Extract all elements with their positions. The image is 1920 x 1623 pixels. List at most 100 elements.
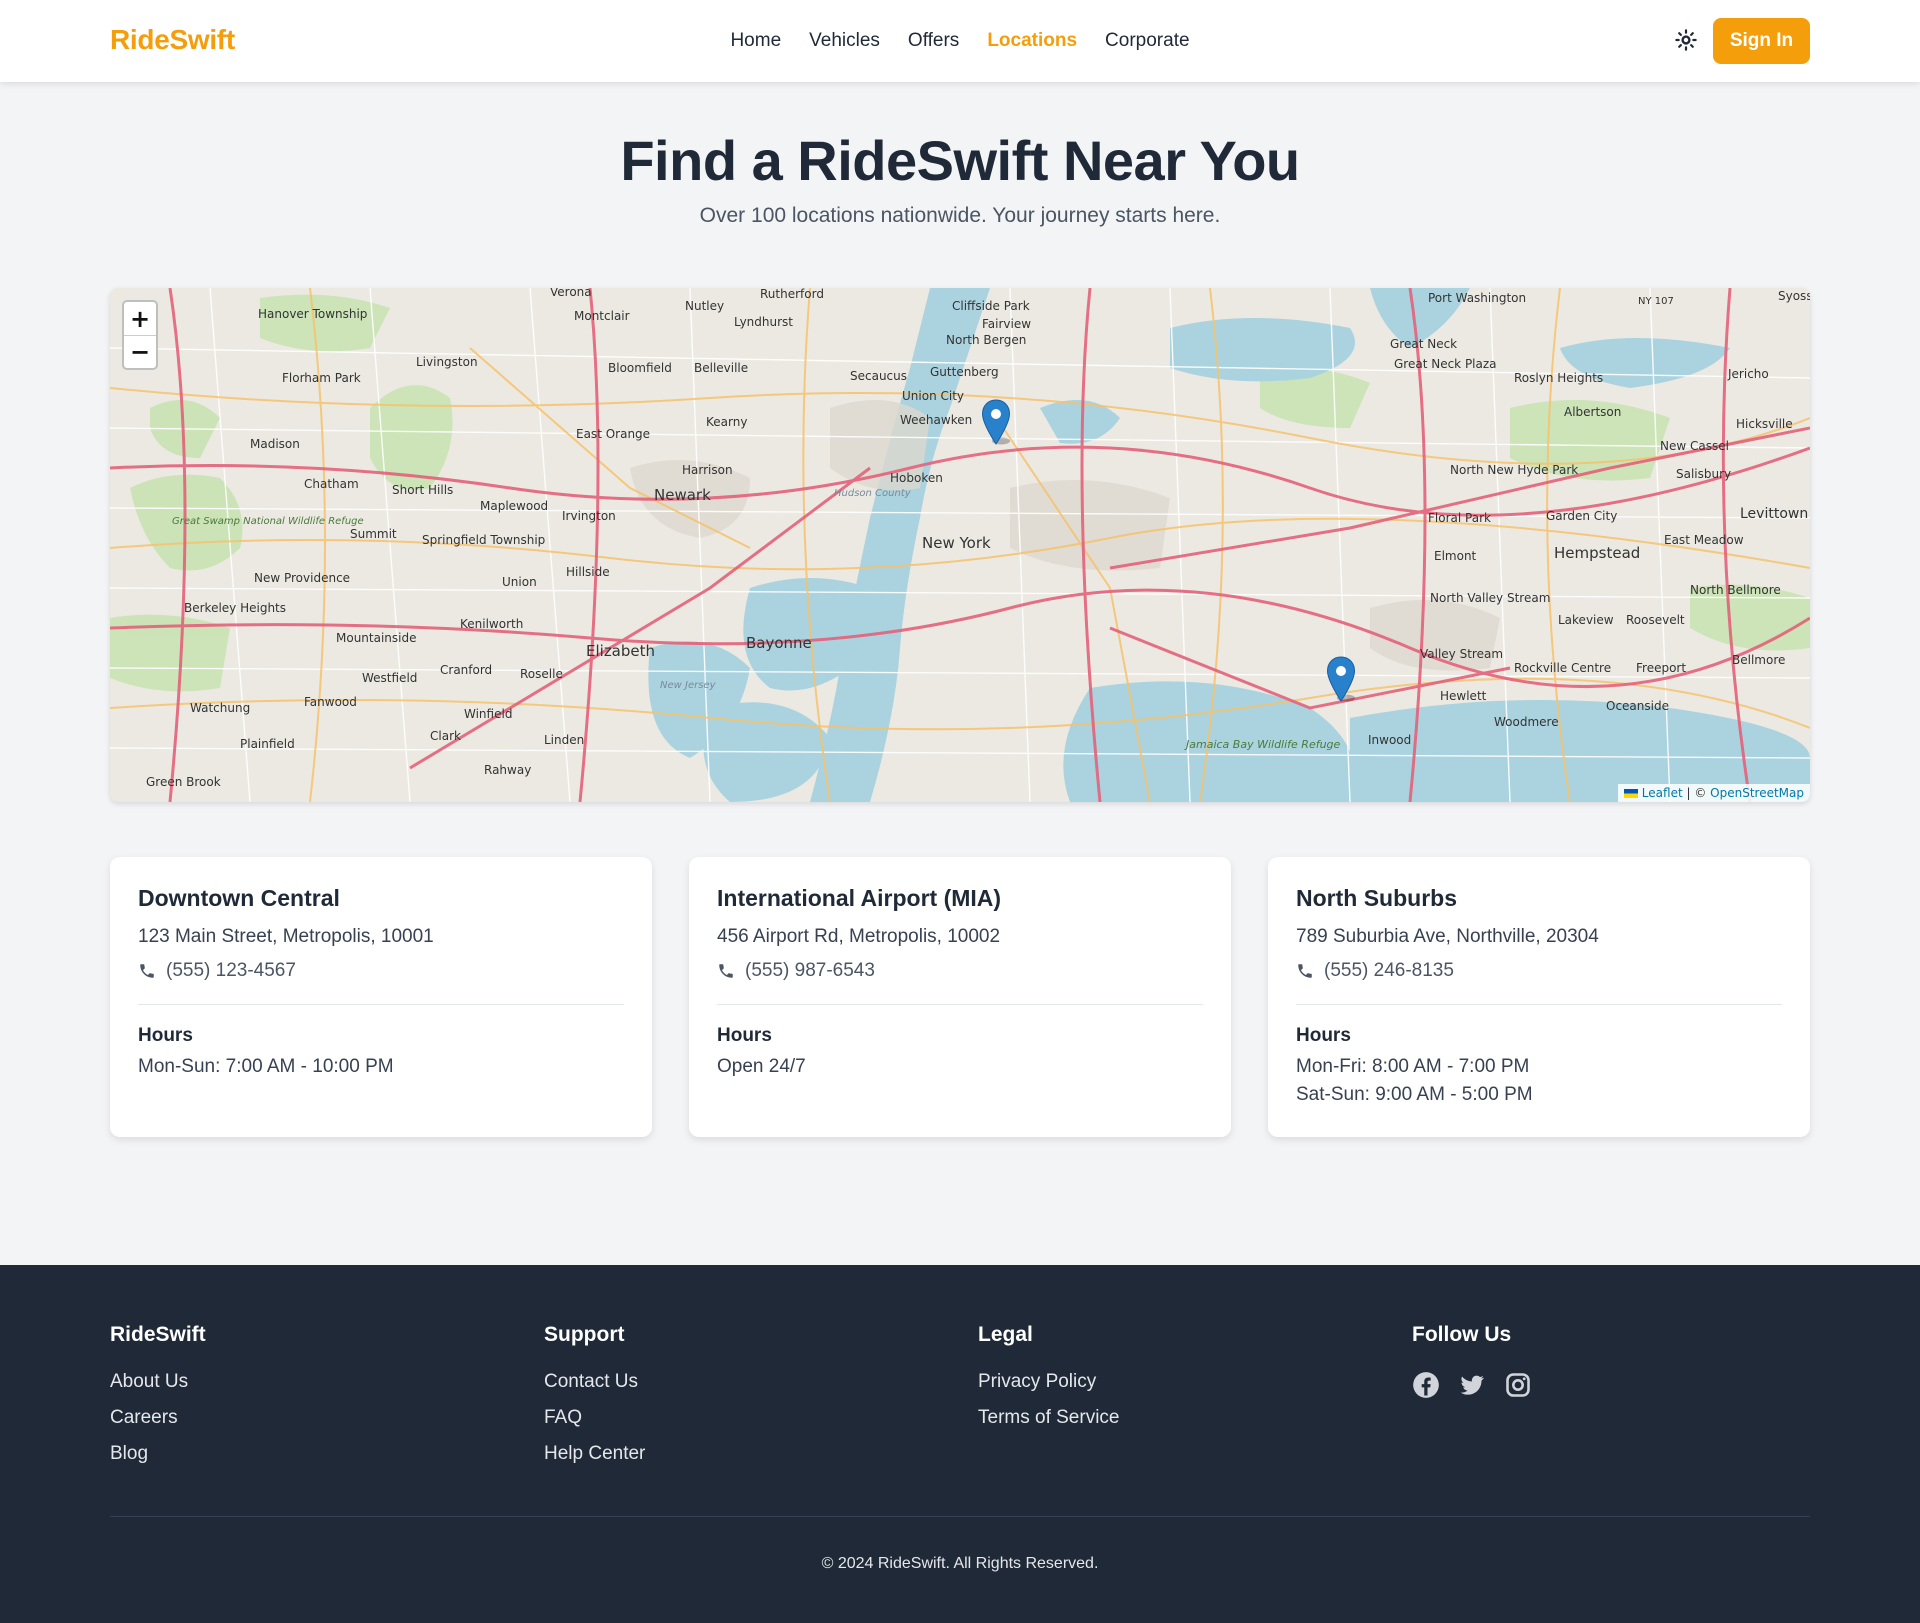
map-label: Union (502, 575, 537, 589)
footer-heading: Support (544, 1323, 625, 1346)
footer-link-terms[interactable]: Terms of Service (978, 1407, 1119, 1429)
map-label: Rockville Centre (1514, 661, 1611, 675)
map-label: Hillside (566, 565, 610, 579)
footer-link-contact[interactable]: Contact Us (544, 1371, 645, 1393)
nav-locations[interactable]: Locations (987, 30, 1077, 52)
zoom-out-button[interactable]: − (124, 335, 156, 368)
footer-heading: Follow Us (1412, 1323, 1512, 1346)
map-label: Springfield Township (422, 533, 545, 547)
main-nav: Home Vehicles Offers Locations Corporate (0, 0, 1920, 82)
nav-offers[interactable]: Offers (908, 30, 959, 52)
sign-in-button[interactable]: Sign In (1713, 18, 1810, 64)
social-links (1412, 1371, 1532, 1399)
phone-number[interactable]: (555) 246-8135 (1324, 960, 1454, 982)
map-label: Watchung (190, 701, 250, 715)
map-attribution: Leaflet | © OpenStreetMap (1617, 784, 1810, 802)
footer-link-blog[interactable]: Blog (110, 1443, 206, 1465)
openstreetmap-link[interactable]: OpenStreetMap (1710, 786, 1804, 800)
locations-map[interactable]: Verona Nutley Rutherford Cliffside Park … (110, 288, 1810, 802)
hours-line: Mon-Fri: 8:00 AM - 7:00 PM (1296, 1056, 1530, 1077)
map-label: Woodmere (1494, 715, 1559, 729)
footer-col-legal: Legal Privacy Policy Terms of Service (978, 1323, 1119, 1443)
location-card-north-suburbs: North Suburbs 789 Suburbia Ave, Northvil… (1268, 857, 1810, 1137)
phone-number[interactable]: (555) 123-4567 (166, 960, 296, 982)
map-label: Bellmore (1732, 653, 1785, 667)
map-zoom-control: + − (122, 300, 158, 370)
map-label: Weehawken (900, 413, 972, 427)
map-label: Lakeview (1558, 613, 1614, 627)
map-label: Freeport (1636, 661, 1686, 675)
map-label: Floral Park (1428, 511, 1491, 525)
map-label: NY 107 (1638, 296, 1674, 307)
map-label: Kenilworth (460, 617, 523, 631)
map-label: Oceanside (1606, 699, 1669, 713)
map-label: Elmont (1434, 549, 1477, 563)
map-label: Fairview (982, 317, 1031, 331)
facebook-icon[interactable] (1412, 1371, 1440, 1399)
map-marker-downtown-central[interactable] (981, 399, 1011, 445)
map-label: Mountainside (336, 631, 417, 645)
map-label: Winfield (464, 707, 512, 721)
map-label: East Orange (576, 427, 650, 441)
map-label: Short Hills (392, 483, 453, 497)
footer-link-help[interactable]: Help Center (544, 1443, 645, 1465)
map-label: Chatham (304, 477, 359, 491)
footer-link-faq[interactable]: FAQ (544, 1407, 645, 1429)
map-label: Harrison (682, 463, 733, 477)
map-label: New Cassel (1660, 439, 1729, 453)
nav-corporate[interactable]: Corporate (1105, 30, 1190, 52)
map-label: Port Washington (1428, 291, 1526, 305)
map-label: North Valley Stream (1430, 591, 1550, 605)
map-label: Hempstead (1554, 544, 1640, 562)
map-label: Clark (430, 729, 461, 743)
map-label: Fanwood (304, 695, 357, 709)
leaflet-link[interactable]: Leaflet (1642, 786, 1683, 800)
nav-vehicles[interactable]: Vehicles (809, 30, 880, 52)
hours-line: Sat-Sun: 9:00 AM - 5:00 PM (1296, 1084, 1533, 1105)
map-label: North Bergen (946, 333, 1026, 347)
footer-link-privacy[interactable]: Privacy Policy (978, 1371, 1119, 1393)
map-label: Hanover Township (258, 307, 367, 321)
map-label: Albertson (1564, 405, 1621, 419)
map-label: Great Neck Plaza (1394, 357, 1497, 371)
map-label: New Providence (254, 571, 350, 585)
map-label: New York (922, 534, 991, 552)
ukraine-flag-icon (1623, 789, 1638, 798)
footer-col-company: RideSwift About Us Careers Blog (110, 1323, 206, 1479)
map-tiles[interactable]: Verona Nutley Rutherford Cliffside Park … (110, 288, 1810, 802)
map-label: Berkeley Heights (184, 601, 286, 615)
site-footer: RideSwift About Us Careers Blog Support … (0, 1265, 1920, 1623)
map-label: Montclair (574, 309, 630, 323)
phone-number[interactable]: (555) 987-6543 (745, 960, 875, 982)
phone-icon (1298, 964, 1312, 978)
map-label: Florham Park (282, 371, 361, 385)
zoom-in-button[interactable]: + (124, 302, 156, 335)
map-label: Lyndhurst (734, 315, 793, 329)
instagram-icon[interactable] (1504, 1371, 1532, 1399)
map-marker-north-suburbs[interactable] (1326, 656, 1356, 702)
map-label: Hudson County (834, 488, 912, 499)
page-title: Find a RideSwift Near You (620, 129, 1300, 192)
map-label: Garden City (1546, 509, 1617, 523)
theme-toggle-button[interactable] (1674, 28, 1698, 52)
hours-line: Open 24/7 (717, 1056, 806, 1077)
map-label: Syoss (1778, 289, 1810, 303)
map-label: Kearny (706, 415, 747, 429)
footer-col-social: Follow Us (1412, 1323, 1532, 1399)
hours-label: Hours (138, 1025, 193, 1046)
nav-home[interactable]: Home (730, 30, 781, 52)
brand-logo[interactable]: RideSwift (110, 24, 235, 56)
footer-link-careers[interactable]: Careers (110, 1407, 206, 1429)
location-address: 456 Airport Rd, Metropolis, 10002 (717, 926, 1001, 947)
card-divider (138, 1004, 624, 1005)
map-label: Rahway (484, 763, 531, 777)
map-label: Roselle (520, 667, 563, 681)
map-label: Bayonne (746, 634, 812, 652)
map-label: Irvington (562, 509, 616, 523)
phone-icon (140, 964, 154, 978)
hours-line: Mon-Sun: 7:00 AM - 10:00 PM (138, 1056, 394, 1077)
twitter-icon[interactable] (1458, 1371, 1486, 1399)
map-label: Guttenberg (930, 365, 999, 379)
footer-link-about[interactable]: About Us (110, 1371, 206, 1393)
footer-col-support: Support Contact Us FAQ Help Center (544, 1323, 645, 1479)
